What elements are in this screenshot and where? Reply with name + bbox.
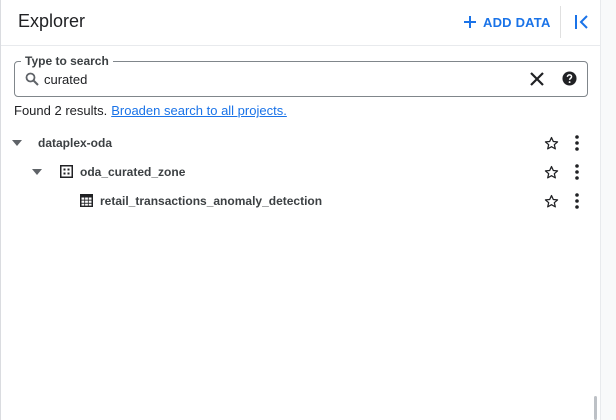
- search-legend: Type to search: [21, 54, 113, 68]
- more-options-icon[interactable]: [574, 164, 580, 180]
- tree-row-zone[interactable]: oda_curated_zone: [1, 157, 601, 186]
- expand-triangle-icon[interactable]: [12, 140, 22, 146]
- more-options-icon[interactable]: [574, 135, 580, 151]
- search-results-summary: Found 2 results. Broaden search to all pr…: [14, 103, 287, 118]
- zone-icon: [60, 165, 73, 178]
- add-data-button[interactable]: ADD DATA: [463, 12, 551, 32]
- collapse-panel-icon[interactable]: [574, 13, 590, 31]
- tree-row-project[interactable]: dataplex-oda: [1, 128, 601, 157]
- plus-icon: [464, 16, 476, 28]
- page-title: Explorer: [18, 11, 86, 31]
- header-divider: [560, 6, 561, 38]
- star-icon[interactable]: [544, 136, 559, 151]
- explorer-header: Explorer ADD DATA: [1, 0, 601, 46]
- tree-item-label: dataplex-oda: [38, 136, 113, 150]
- clear-search-icon[interactable]: [530, 72, 544, 86]
- more-options-icon[interactable]: [574, 193, 580, 209]
- tree-item-label: oda_curated_zone: [80, 165, 186, 179]
- help-icon[interactable]: [562, 71, 577, 86]
- add-data-label: ADD DATA: [483, 14, 551, 30]
- table-icon: [80, 194, 93, 207]
- explorer-panel: Explorer ADD DATA Type to search curated…: [0, 0, 601, 420]
- broaden-search-link[interactable]: Broaden search to all projects.: [111, 103, 287, 118]
- search-icon: [25, 72, 39, 86]
- expand-triangle-icon[interactable]: [32, 169, 42, 175]
- search-box: Type to search: [14, 54, 588, 97]
- tree-row-table[interactable]: retail_transactions_anomaly_detection: [1, 186, 601, 215]
- results-count-text: Found 2 results.: [14, 103, 108, 118]
- right-gutter: [600, 0, 616, 420]
- tree-item-label: retail_transactions_anomaly_detection: [100, 194, 323, 208]
- search-input[interactable]: [44, 69, 514, 89]
- star-icon[interactable]: [544, 194, 559, 209]
- scrollbar[interactable]: [594, 396, 597, 420]
- star-icon[interactable]: [544, 165, 559, 180]
